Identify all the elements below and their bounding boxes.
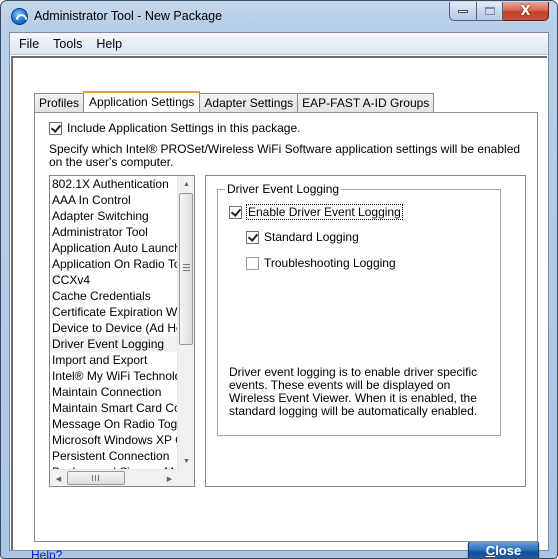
list-item[interactable]: CCXv4 bbox=[50, 272, 178, 288]
tab-profiles[interactable]: Profiles bbox=[34, 93, 85, 112]
scroll-left-arrow-icon[interactable]: ◀ bbox=[50, 470, 67, 486]
tab-eap-fast-aid-groups[interactable]: EAP-FAST A-ID Groups bbox=[297, 93, 435, 112]
enable-driver-event-logging-label: Enable Driver Event Logging bbox=[246, 204, 403, 220]
wifi-globe-icon bbox=[11, 8, 28, 25]
list-vertical-scrollbar[interactable]: ▲ ▼ bbox=[177, 176, 194, 470]
menu-tools[interactable]: Tools bbox=[46, 37, 89, 51]
scroll-right-arrow-icon[interactable]: ▶ bbox=[161, 470, 178, 486]
list-item[interactable]: Message On Radio Toggle bbox=[50, 416, 178, 432]
list-item[interactable]: Certificate Expiration Warning bbox=[50, 304, 178, 320]
help-link[interactable]: Help? bbox=[31, 548, 62, 558]
list-item-selected[interactable]: Driver Event Logging bbox=[50, 336, 178, 352]
list-horizontal-scrollbar[interactable]: ◀ ▶ bbox=[50, 469, 178, 486]
window-controls: X bbox=[449, 2, 549, 21]
list-item[interactable]: AAA In Control bbox=[50, 192, 178, 208]
vertical-scroll-thumb[interactable] bbox=[179, 193, 193, 345]
minimize-button[interactable] bbox=[449, 2, 477, 21]
app-settings-description: Specify which Intel® PROSet/Wireless WiF… bbox=[49, 142, 521, 169]
tab-adapter-settings[interactable]: Adapter Settings bbox=[199, 93, 299, 112]
group-title: Driver Event Logging bbox=[225, 182, 342, 196]
settings-listbox[interactable]: 802.1X Authentication AAA In Control Ada… bbox=[49, 175, 195, 487]
enable-driver-event-logging-option[interactable]: Enable Driver Event Logging bbox=[229, 204, 403, 220]
window-title: Administrator Tool - New Package bbox=[34, 9, 223, 23]
scroll-up-arrow-icon[interactable]: ▲ bbox=[178, 176, 194, 193]
title-bar[interactable]: Administrator Tool - New Package X bbox=[1, 1, 557, 32]
content-frame: Profiles Application Settings Adapter Se… bbox=[11, 56, 547, 558]
close-window-button[interactable]: X bbox=[503, 2, 549, 21]
application-window: Administrator Tool - New Package X File … bbox=[0, 0, 558, 559]
scrollbar-corner bbox=[177, 469, 194, 486]
menu-help[interactable]: Help bbox=[89, 37, 129, 51]
maximize-icon bbox=[484, 7, 495, 15]
enable-driver-event-logging-checkbox[interactable] bbox=[229, 205, 242, 219]
close-icon: X bbox=[520, 3, 531, 19]
grip-icon bbox=[183, 264, 190, 271]
include-app-settings-option[interactable]: Include Application Settings in this pac… bbox=[49, 121, 300, 135]
setting-detail-panel: Driver Event Logging Enable Driver Event… bbox=[205, 175, 526, 487]
list-item[interactable]: Persistent Connection bbox=[50, 448, 178, 464]
troubleshooting-logging-label: Troubleshooting Logging bbox=[264, 256, 396, 270]
menu-file[interactable]: File bbox=[12, 37, 46, 51]
list-item[interactable]: Administrator Tool bbox=[50, 224, 178, 240]
list-item[interactable]: Device to Device (Ad Hoc) bbox=[50, 320, 178, 336]
list-item[interactable]: Application Auto Launch bbox=[50, 240, 178, 256]
menu-bar: File Tools Help bbox=[10, 33, 548, 55]
standard-logging-checkbox[interactable] bbox=[246, 230, 259, 244]
include-app-settings-label: Include Application Settings in this pac… bbox=[67, 121, 301, 135]
list-item[interactable]: Application On Radio Toggle bbox=[50, 256, 178, 272]
list-item[interactable]: 802.1X Authentication bbox=[50, 176, 178, 192]
list-item[interactable]: Cache Credentials bbox=[50, 288, 178, 304]
standard-logging-label: Standard Logging bbox=[264, 230, 359, 244]
list-item[interactable]: Maintain Connection bbox=[50, 384, 178, 400]
maximize-button[interactable] bbox=[477, 2, 503, 21]
scroll-down-arrow-icon[interactable]: ▼ bbox=[178, 453, 194, 470]
driver-event-logging-group: Driver Event Logging Enable Driver Event… bbox=[217, 182, 501, 436]
list-item[interactable]: Intel® My WiFi Technology bbox=[50, 368, 178, 384]
settings-list: 802.1X Authentication AAA In Control Ada… bbox=[50, 176, 178, 470]
client-area: File Tools Help Profiles Application Set… bbox=[9, 32, 549, 558]
application-settings-panel: Include Application Settings in this pac… bbox=[34, 112, 538, 542]
troubleshooting-logging-checkbox[interactable] bbox=[246, 256, 259, 270]
list-item[interactable]: Import and Export bbox=[50, 352, 178, 368]
close-button[interactable]: Close bbox=[468, 540, 539, 558]
driver-event-logging-description: Driver event logging is to enable driver… bbox=[229, 365, 478, 418]
minimize-icon bbox=[458, 9, 468, 13]
troubleshooting-logging-option[interactable]: Troubleshooting Logging bbox=[246, 256, 396, 270]
list-item[interactable]: Adapter Switching bbox=[50, 208, 178, 224]
tab-strip: Profiles Application Settings Adapter Se… bbox=[34, 91, 435, 112]
tab-application-settings[interactable]: Application Settings bbox=[83, 91, 201, 112]
list-item[interactable]: Microsoft Windows XP Coexistence bbox=[50, 432, 178, 448]
close-button-label: lose bbox=[495, 543, 522, 558]
horizontal-scroll-thumb[interactable] bbox=[67, 471, 125, 485]
standard-logging-option[interactable]: Standard Logging bbox=[246, 230, 359, 244]
list-item[interactable]: Maintain Smart Card Connection bbox=[50, 400, 178, 416]
grip-icon bbox=[92, 475, 100, 481]
include-app-settings-checkbox[interactable] bbox=[49, 121, 62, 135]
close-button-accel: C bbox=[485, 543, 496, 558]
